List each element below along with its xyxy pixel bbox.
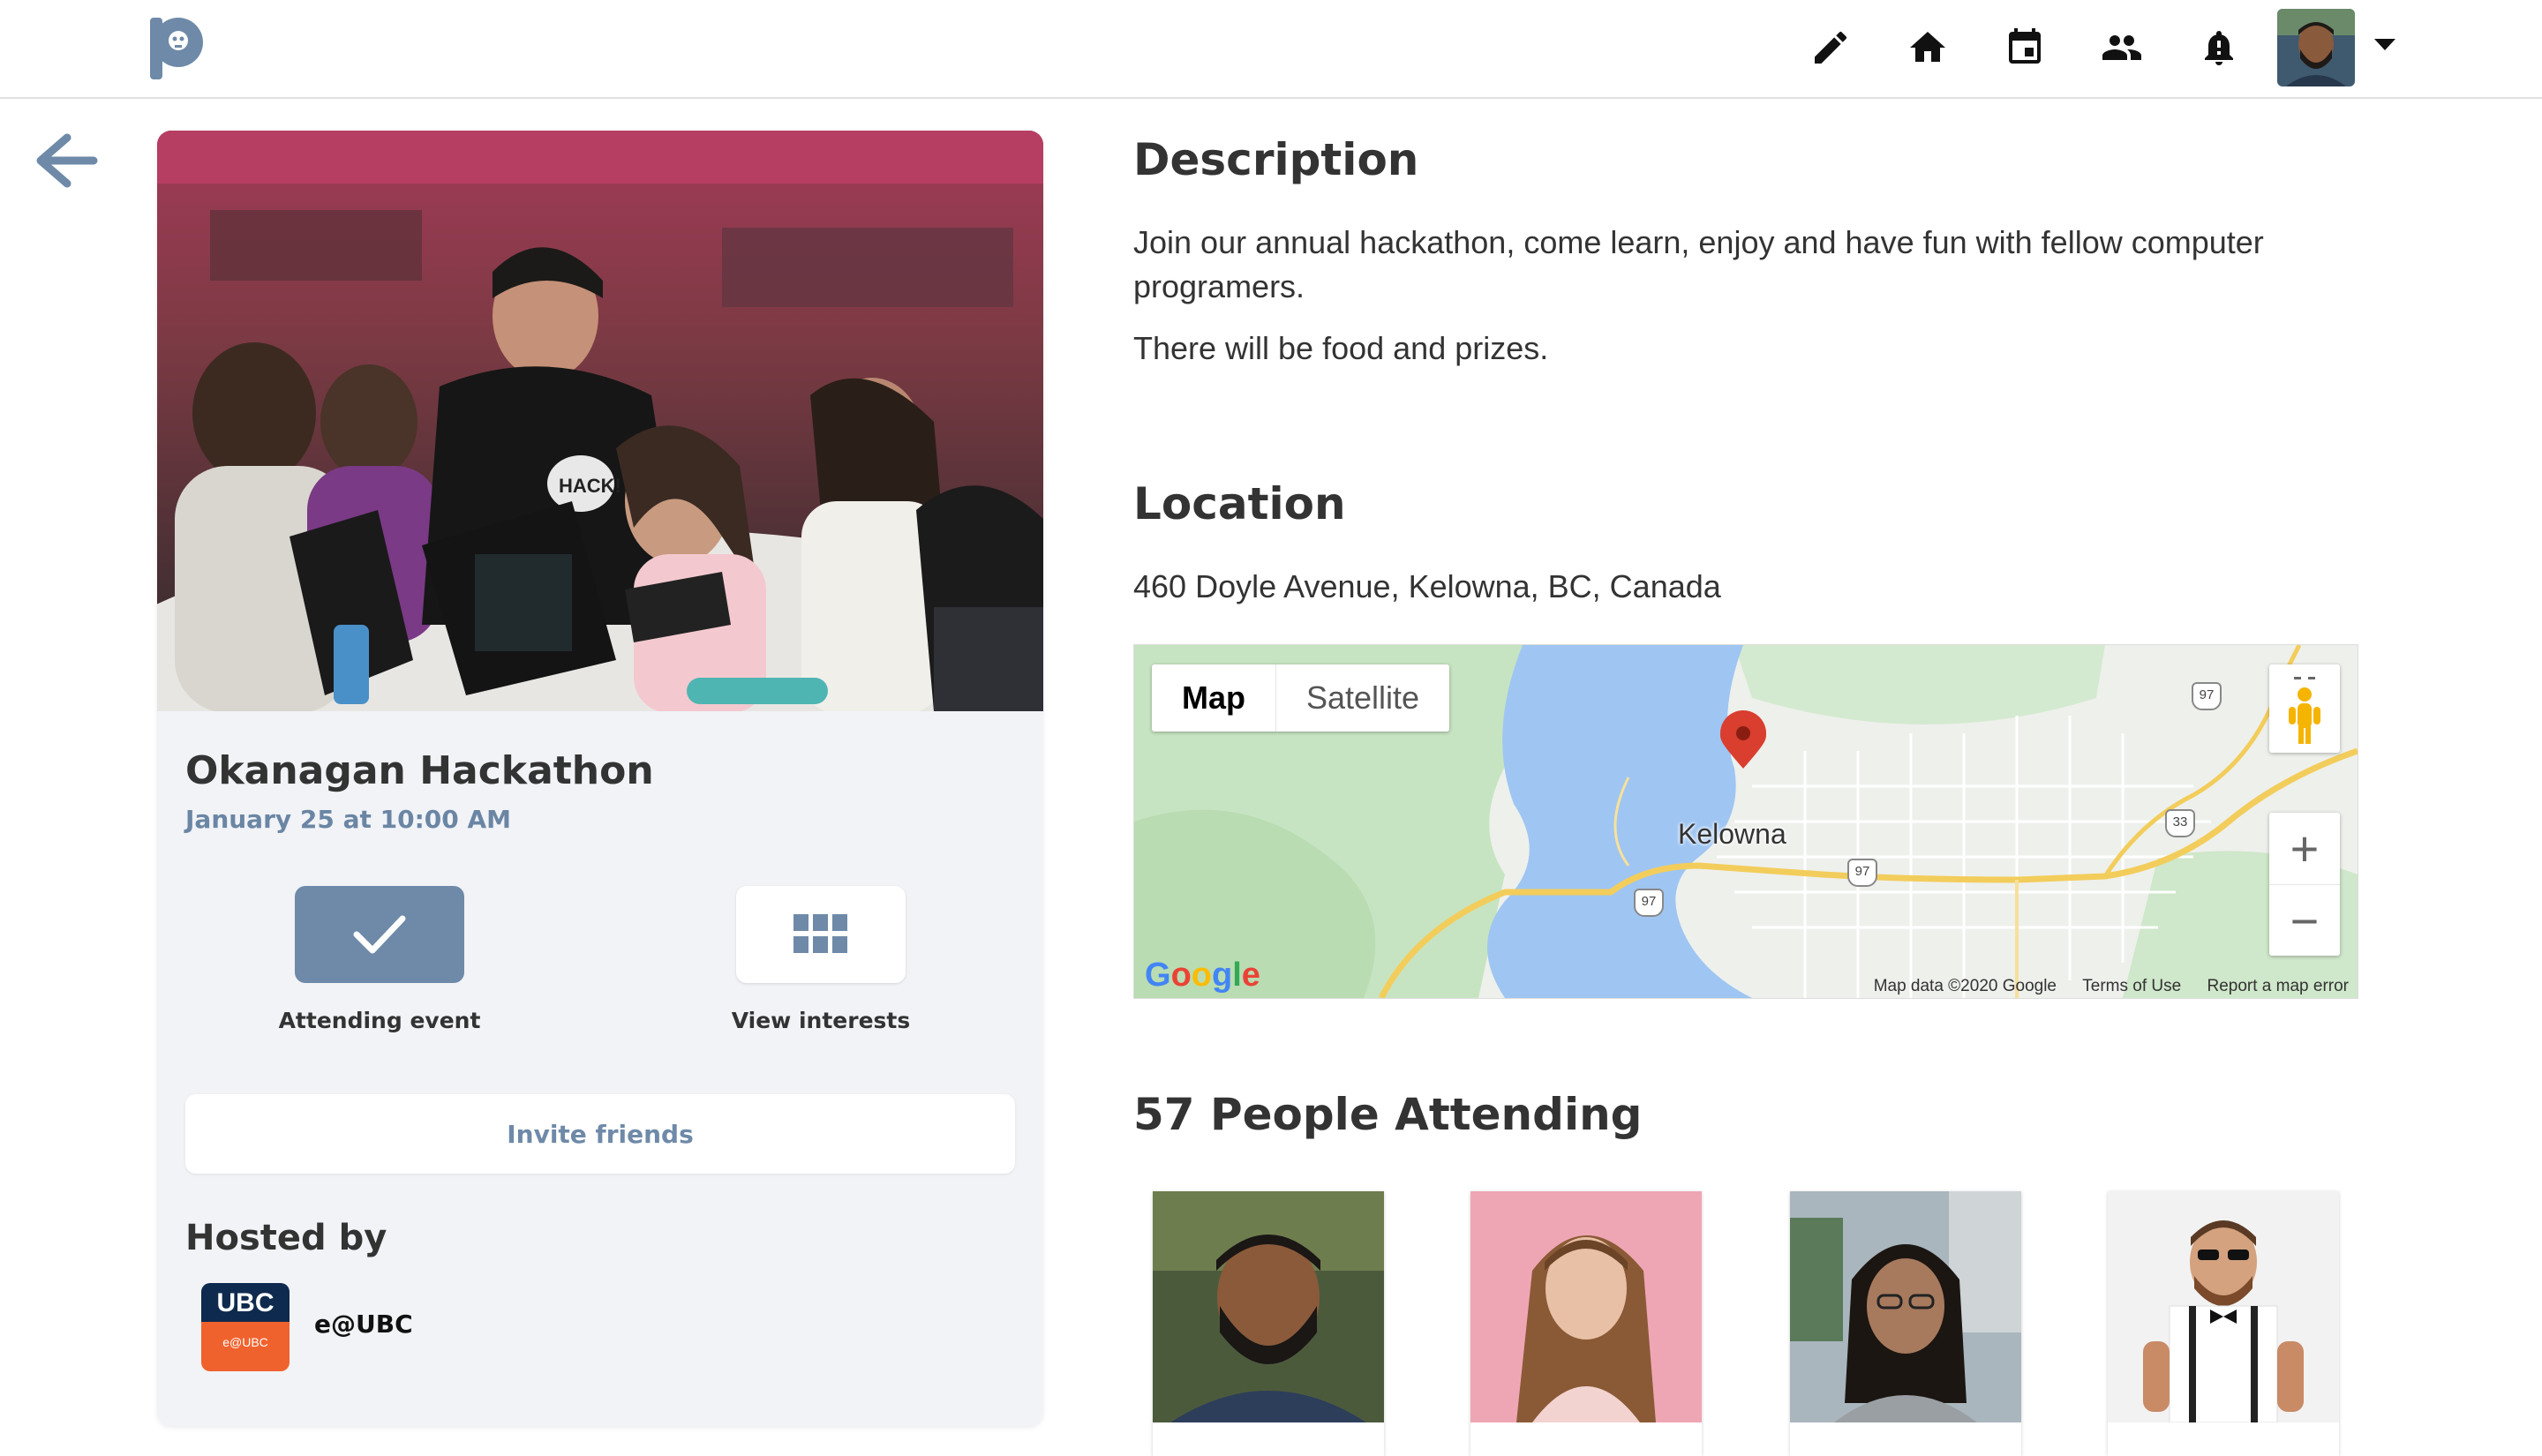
attending-event-label: Attending event (278, 1008, 481, 1033)
home-icon[interactable] (1901, 21, 1954, 74)
report-map-error-link[interactable]: Report a map error (2207, 977, 2349, 995)
host-name[interactable]: e@UBC (314, 1310, 413, 1339)
terms-of-use-link[interactable]: Terms of Use (2082, 977, 2181, 995)
calendar-icon[interactable] (1998, 21, 2051, 74)
highway-33-shield: 33 (2165, 809, 2195, 837)
view-interests-label: View interests (731, 1008, 911, 1033)
back-arrow-icon[interactable] (32, 131, 99, 191)
hero-shirt-text: HACK! (559, 475, 621, 497)
satellite-tab[interactable]: Satellite (1275, 664, 1449, 732)
event-card: HACK! Okanagan Hackathon January 25 at 1… (157, 131, 1043, 1426)
event-title: Okanagan Hackathon (185, 748, 654, 793)
location-address: 460 Doyle Avenue, Kelowna, BC, Canada (1133, 568, 1721, 604)
map-tab[interactable]: Map (1152, 664, 1275, 732)
host-logo-top-text: UBC (201, 1283, 290, 1322)
event-date: January 25 at 10:00 AM (185, 805, 512, 834)
top-nav-bar (0, 0, 2542, 99)
user-avatar[interactable] (2277, 9, 2355, 86)
location-title: Location (1133, 478, 1346, 529)
attendee-card[interactable] (1790, 1191, 2021, 1456)
highway-97-shield-center: 97 (1847, 859, 1877, 887)
attendee-photo (2108, 1191, 2339, 1422)
notification-icon[interactable] (2192, 21, 2245, 74)
attendee-card[interactable] (1153, 1191, 1384, 1456)
account-menu-caret[interactable] (2374, 39, 2395, 50)
highway-97-shield-west: 97 (1634, 889, 1664, 917)
zoom-in-button[interactable]: + (2269, 813, 2340, 883)
zoom-out-button[interactable]: − (2269, 884, 2340, 956)
description-line-3: There will be food and prizes. (1133, 330, 1549, 366)
map-type-toggle: Map Satellite (1152, 664, 1450, 732)
description-line-2: programers. (1133, 268, 1305, 304)
google-logo[interactable]: Google (1145, 957, 1260, 994)
host-logo[interactable]: UBC e@UBC (201, 1283, 290, 1371)
description-line-1: Join our annual hackathon, come learn, e… (1133, 224, 2264, 260)
grid-icon (793, 914, 847, 953)
highway-97-shield: 97 (2192, 682, 2222, 710)
attendee-card[interactable] (1470, 1191, 1702, 1456)
attending-title: 57 People Attending (1133, 1089, 1643, 1140)
host-logo-bottom-text: e@UBC (201, 1322, 290, 1371)
people-icon[interactable] (2095, 21, 2148, 74)
map-zoom-controls: + − (2269, 813, 2340, 956)
street-view-pegman-icon[interactable] (2269, 664, 2340, 753)
invite-friends-button[interactable]: Invite friends (185, 1094, 1015, 1174)
attendee-photo (1790, 1191, 2021, 1422)
attendee-card[interactable] (2108, 1191, 2339, 1456)
checkmark-icon (353, 915, 406, 954)
edit-icon[interactable] (1804, 21, 1857, 74)
app-logo[interactable] (148, 12, 205, 83)
description-title: Description (1133, 134, 1419, 185)
hosted-by-title: Hosted by (185, 1218, 387, 1258)
map-city-label: Kelowna (1678, 818, 1786, 850)
attendee-photo (1153, 1191, 1384, 1422)
map-attribution: Map data ©2020 Google (1873, 977, 2057, 995)
view-interests-button[interactable] (736, 886, 906, 983)
map-footer: Map data ©2020 Google Terms of Use Repor… (1853, 977, 2349, 996)
location-map[interactable]: 97 33 97 97 Kelowna Map Satellite + − Go… (1133, 644, 2358, 999)
event-hero-image: HACK! (157, 131, 1043, 711)
attendee-photo (1470, 1191, 1702, 1422)
attending-event-button[interactable] (295, 886, 464, 983)
